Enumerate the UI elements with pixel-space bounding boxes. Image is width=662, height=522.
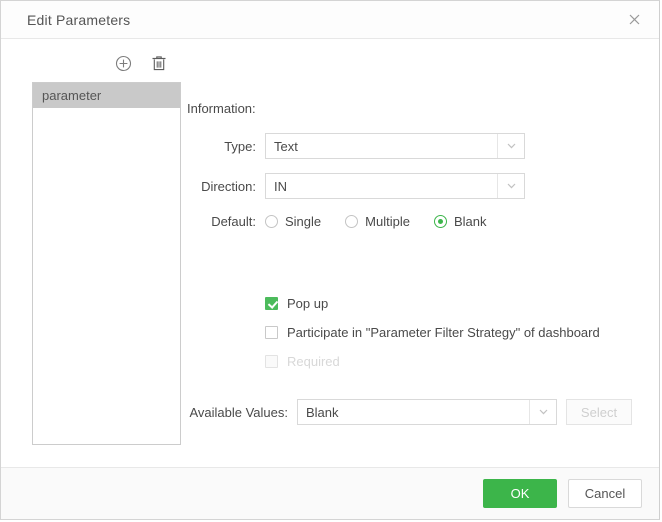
default-radio-single-label: Single: [285, 214, 322, 229]
edit-parameters-dialog: Edit Parameters parameter Information: T…: [0, 0, 660, 520]
dialog-footer: OK Cancel: [1, 467, 659, 519]
list-item[interactable]: parameter: [33, 83, 180, 108]
dialog-title: Edit Parameters: [27, 11, 131, 28]
participate-filter-checkbox[interactable]: Participate in "Parameter Filter Strateg…: [265, 321, 659, 344]
close-icon[interactable]: [621, 7, 647, 33]
default-radio-group: Single Multiple Blank: [265, 214, 486, 229]
required-checkbox: Required: [265, 350, 659, 373]
type-select[interactable]: Text: [265, 133, 525, 159]
participate-filter-checkbox-label: Participate in "Parameter Filter Strateg…: [287, 325, 600, 340]
trash-icon[interactable]: [150, 55, 167, 72]
checkbox-group: Pop up Participate in "Parameter Filter …: [187, 292, 659, 373]
popup-checkbox-label: Pop up: [287, 296, 329, 311]
plus-circle-icon[interactable]: [115, 55, 132, 72]
available-values-value: Blank: [306, 404, 339, 420]
parameter-form: Information: Type: Text Direction: IN De…: [187, 39, 659, 467]
default-radio-blank-label: Blank: [453, 214, 487, 229]
default-row: Default: Single Multiple Blank: [187, 214, 659, 229]
radio-circle-selected-icon: [433, 215, 447, 228]
required-checkbox-label: Required: [287, 354, 340, 369]
default-radio-multiple[interactable]: Multiple: [345, 214, 410, 229]
parameter-list-toolbar: [32, 51, 187, 75]
radio-circle-icon: [345, 215, 359, 228]
chevron-down-icon[interactable]: [497, 134, 524, 158]
checkbox-disabled-icon: [265, 355, 278, 368]
chevron-down-icon[interactable]: [497, 174, 524, 198]
direction-label: Direction:: [201, 178, 256, 194]
radio-circle-icon: [265, 215, 278, 228]
default-radio-single[interactable]: Single: [265, 214, 321, 229]
available-values-row: Available Values: Blank Select: [187, 399, 659, 425]
checkbox-icon: [265, 326, 278, 339]
default-label: Default:: [211, 214, 256, 229]
direction-value: IN: [274, 178, 287, 194]
available-values-select[interactable]: Blank: [297, 399, 557, 425]
checkbox-checked-icon: [265, 297, 278, 310]
type-row: Type: Text: [187, 133, 659, 159]
default-radio-blank[interactable]: Blank: [433, 214, 487, 229]
type-value: Text: [274, 138, 298, 154]
direction-row: Direction: IN: [187, 173, 659, 199]
available-values-label: Available Values:: [189, 404, 288, 420]
parameter-list-panel: parameter: [1, 39, 187, 467]
ok-button[interactable]: OK: [483, 479, 557, 508]
chevron-down-icon[interactable]: [529, 400, 556, 424]
information-label: Information:: [187, 101, 256, 116]
parameter-list[interactable]: parameter: [32, 82, 181, 445]
default-radio-multiple-label: Multiple: [365, 214, 410, 229]
popup-checkbox[interactable]: Pop up: [265, 292, 659, 315]
cancel-button[interactable]: Cancel: [568, 479, 642, 508]
type-label: Type:: [224, 138, 256, 154]
select-values-button[interactable]: Select: [566, 399, 632, 425]
direction-select[interactable]: IN: [265, 173, 525, 199]
dialog-body: parameter Information: Type: Text Direct…: [1, 39, 659, 467]
information-row: Information:: [187, 101, 659, 121]
dialog-titlebar: Edit Parameters: [1, 1, 659, 39]
